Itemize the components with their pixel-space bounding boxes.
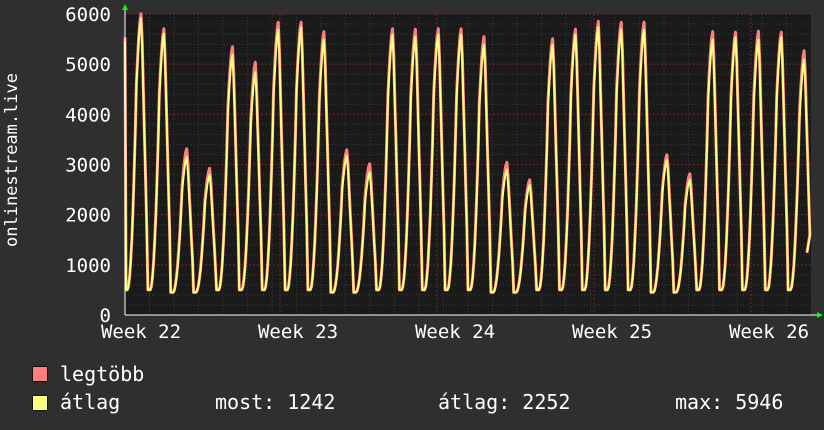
x-tick-label: Week 22: [101, 321, 181, 343]
x-tick-label: Week 24: [415, 321, 495, 343]
x-tick-label: Week 23: [258, 321, 338, 343]
x-tick-label: Week 26: [729, 321, 809, 343]
y-axis-label: onlinestream.live: [2, 73, 22, 247]
y-tick-label: 2000: [65, 205, 111, 227]
legend-swatch-avg: [32, 395, 48, 411]
stat-maximum: max: 5946: [675, 390, 784, 414]
x-tick-label: Week 25: [572, 321, 652, 343]
x-axis-arrow: [817, 312, 823, 318]
legend-label-max: legtöbb: [60, 362, 145, 386]
y-tick-label: 6000: [65, 4, 111, 26]
y-tick-label: 4000: [65, 104, 111, 126]
legend-label-avg: átlag: [60, 390, 121, 414]
y-tick-label: 1000: [65, 255, 111, 277]
y-axis-arrow: [122, 4, 128, 10]
legend-swatch-max: [32, 366, 48, 382]
stat-current: most: 1242: [215, 390, 336, 414]
y-tick-label: 3000: [65, 155, 111, 177]
stat-average: átlag: 2252: [438, 390, 571, 414]
y-tick-label: 5000: [65, 54, 111, 76]
